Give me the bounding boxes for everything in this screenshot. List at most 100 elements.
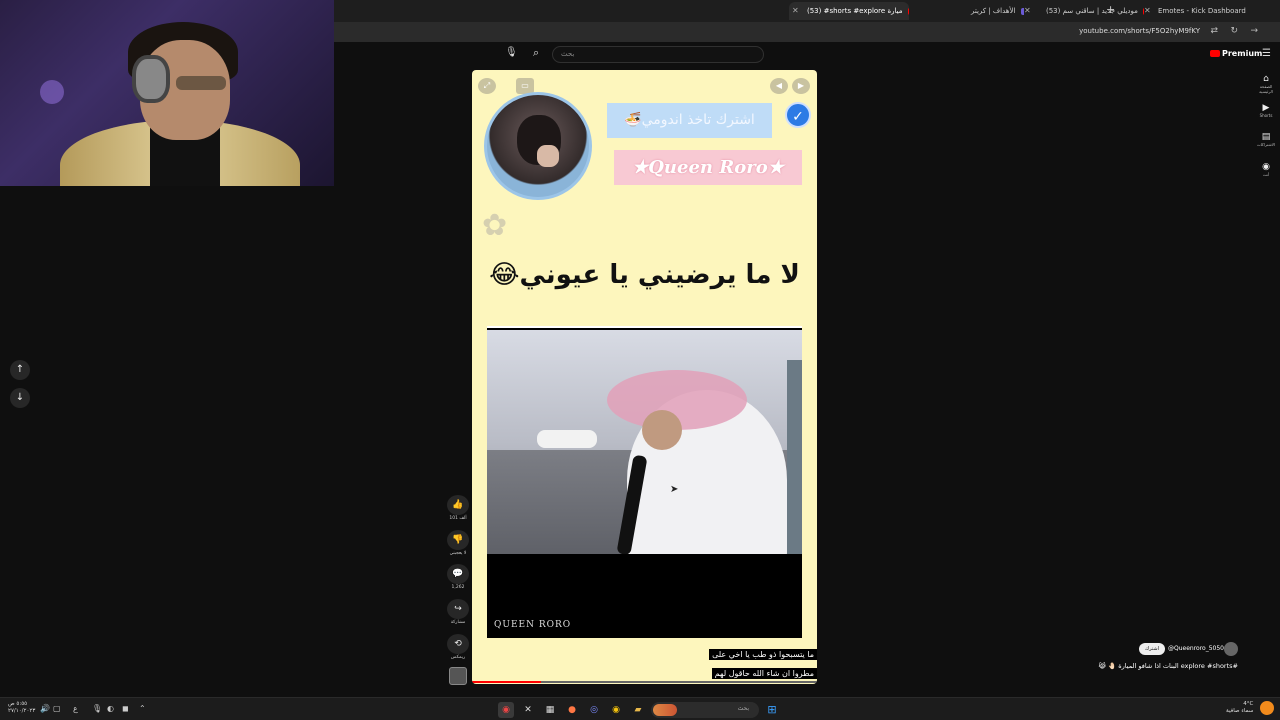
task-view-icon[interactable]: ▦: [542, 702, 558, 718]
thumbs-down-icon: 👎: [447, 530, 469, 550]
subscriptions-icon: ▤: [1261, 132, 1271, 142]
new-tab-icon[interactable]: +: [1106, 3, 1115, 16]
comments-button[interactable]: 💬 1,262: [447, 564, 469, 590]
queen-roro-banner: ★Queen Roro★: [614, 150, 802, 185]
clock-time: ٥:٥٥ ص: [8, 701, 28, 707]
share-icon: ↪: [447, 599, 469, 619]
clock[interactable]: ٥:٥٥ ص ٢٧/١٠/٢٠٢٣: [8, 701, 35, 715]
subtitle-box: ما يتسبحوا ذو طب يا اخي على مطروا ان شاء…: [709, 642, 817, 680]
subtitle-line-1: ما يتسبحوا ذو طب يا اخي على: [709, 649, 817, 660]
clip-watermark: QUEEN RORO: [494, 620, 572, 630]
video-title[interactable]: #explore #shorts البنات اذا شافو الميارة…: [1090, 662, 1238, 670]
capcut-app-icon[interactable]: ✕: [520, 702, 536, 718]
mouse-cursor-icon: ➤: [670, 484, 679, 495]
chrome-app-icon[interactable]: ◉: [608, 702, 624, 718]
next-short-button[interactable]: ↓: [10, 388, 30, 408]
tab-video-2[interactable]: ✕ (53) موديلي جديد | ساقني سم: [1024, 2, 1144, 20]
short-video-player[interactable]: ⤢ ▭ ◀ ▶ ✓ اشترك تاخذ اندومي🍜 ★Queen Roro…: [472, 70, 817, 684]
play-icon[interactable]: ▶: [792, 78, 810, 94]
discord-app-icon[interactable]: ◎: [586, 702, 602, 718]
file-explorer-icon[interactable]: ▰: [630, 702, 646, 718]
windows-start-icon[interactable]: ⊞: [764, 702, 780, 718]
youtube-favicon-icon: [907, 7, 909, 15]
dislike-label: لا يعجبني: [449, 551, 467, 556]
chevron-up-icon[interactable]: ⌃: [139, 704, 146, 713]
fairy-sticker-icon: ✿: [482, 208, 508, 243]
taskbar-search[interactable]: بحث: [651, 702, 759, 718]
channel-avatar-art: [484, 92, 592, 200]
recorder-app-icon[interactable]: ◉: [498, 702, 514, 718]
search-icon[interactable]: ⌕: [533, 46, 539, 60]
url-text[interactable]: youtube.com/shorts/F5O2hyM9fKY: [1079, 27, 1200, 35]
comment-icon: 💬: [447, 564, 469, 584]
speaker-icon[interactable]: 🔊: [40, 704, 50, 713]
youtube-premium-logo[interactable]: Premium: [1210, 49, 1262, 58]
tray-mic-icon[interactable]: 🎙: [92, 704, 102, 713]
share-label: مشاركة: [450, 620, 466, 625]
volume-icon[interactable]: ◀: [770, 78, 788, 94]
channel-handle[interactable]: @Queenroro_5050: [1168, 645, 1224, 652]
headset-icon: [132, 55, 170, 103]
search-placeholder: بحث: [561, 50, 575, 58]
windows-taskbar: ٥:٥٥ ص ٢٧/١٠/٢٠٢٣ 🔊 ▢ ع 🎙 ◐ ◼ ⌃ ◉ ✕ ▦ ● …: [0, 697, 1280, 720]
search-highlight-image: [653, 704, 677, 716]
translate-icon[interactable]: ⇄: [1210, 26, 1218, 36]
avatar-hand: [537, 145, 559, 167]
search-input[interactable]: بحث: [552, 46, 764, 63]
tab-kick-dashboard[interactable]: ✕ Emotes - Kick Dashboard: [1144, 2, 1264, 20]
like-button[interactable]: 👍 101 ألف: [447, 495, 469, 521]
lamp-light: [40, 80, 64, 104]
tray-app-icon[interactable]: ◐: [107, 704, 114, 713]
youtube-logo-icon: [1210, 50, 1220, 57]
site-favicon-icon: [1020, 7, 1024, 15]
firefox-app-icon[interactable]: ●: [564, 702, 580, 718]
tab-goals[interactable]: الأهداف | كريتر: [909, 2, 1024, 20]
share-button[interactable]: ↪ مشاركة: [447, 599, 469, 625]
webcam-overlay: [0, 0, 334, 186]
language-icon[interactable]: ع: [73, 704, 78, 713]
expand-icon[interactable]: ⤢: [478, 78, 496, 94]
streamer-glasses: [176, 76, 226, 90]
previous-short-button[interactable]: ↑: [10, 360, 30, 380]
guide-item-home[interactable]: ⌂ الصفحة الرئيسية: [1256, 74, 1276, 94]
weather-text: سماء صافية: [1226, 708, 1254, 714]
reload-icon[interactable]: ↻: [1230, 26, 1238, 36]
tab-active-short[interactable]: ✕ (53) #shorts #explore ميارة: [789, 2, 909, 20]
network-icon[interactable]: ▢: [53, 704, 61, 713]
forward-icon[interactable]: →: [1250, 26, 1258, 36]
close-tab-icon[interactable]: ✕: [1024, 2, 1031, 20]
sound-thumbnail[interactable]: [447, 667, 469, 685]
clip-frame: ➤: [487, 330, 802, 554]
embedded-clip: ➤ QUEEN RORO: [487, 326, 802, 638]
close-tab-icon[interactable]: ✕: [1144, 2, 1151, 20]
tab-label: (53) موديلي جديد | ساقني سم: [1046, 7, 1138, 15]
guide-label: الاشتراكات: [1256, 142, 1276, 147]
guide-label: الصفحة الرئيسية: [1259, 84, 1273, 94]
subscribe-button[interactable]: اشترك: [1139, 643, 1165, 655]
video-caption: لا ما يرضيني يا عيوني😂: [489, 260, 800, 290]
remix-button[interactable]: ⟲ ريمكس: [447, 634, 469, 660]
remix-icon: ⟲: [447, 634, 469, 654]
channel-avatar[interactable]: [1224, 642, 1238, 656]
menu-icon[interactable]: ☰: [1262, 48, 1271, 59]
guide-item-shorts[interactable]: ▶ Shorts: [1256, 103, 1276, 118]
car: [537, 430, 597, 448]
dislike-button[interactable]: 👎 لا يعجبني: [447, 530, 469, 556]
guide-label: Shorts: [1259, 113, 1273, 118]
browser-tab-strip: ✕ Emotes - Kick Dashboard ✕ (53) موديلي …: [334, 0, 1280, 22]
premium-label: Premium: [1222, 49, 1263, 58]
subscribe-banner: اشترك تاخذ اندومي🍜: [607, 103, 772, 138]
guide-item-subscriptions[interactable]: ▤ الاشتراكات: [1256, 132, 1276, 147]
progress-bar[interactable]: [472, 681, 817, 683]
sound-thumbnail-image: [449, 667, 467, 685]
clock-date: ٢٧/١٠/٢٠٢٣: [8, 708, 36, 714]
man-face: [642, 410, 682, 450]
address-bar[interactable]: youtube.com/shorts/F5O2hyM9fKY ⇄ ↻ →: [334, 22, 1280, 42]
tab-label: (53) #shorts #explore ميارة: [807, 7, 903, 15]
tray-app2-icon[interactable]: ◼: [122, 704, 129, 713]
youtube-favicon-icon: [1143, 7, 1144, 15]
guide-item-you[interactable]: ◉ أنت: [1256, 162, 1276, 177]
weather-widget[interactable]: 4°C سماء صافية: [1226, 701, 1253, 715]
microphone-icon[interactable]: 🎙: [505, 47, 518, 58]
close-tab-icon[interactable]: ✕: [792, 2, 799, 20]
